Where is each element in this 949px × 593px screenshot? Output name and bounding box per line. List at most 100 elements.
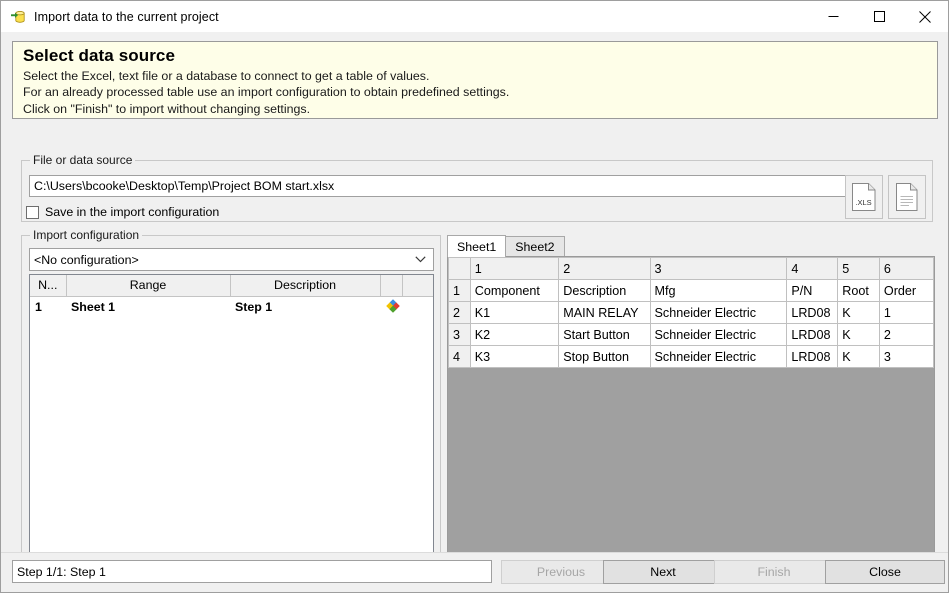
config-col-description[interactable]: Description: [230, 275, 381, 297]
import-configuration-value: <No configuration>: [34, 252, 139, 267]
sheet-cell[interactable]: K3: [469, 345, 560, 368]
config-table: N... Range Description 1 Sheet 1 Step 1: [30, 275, 433, 318]
footer-bar: Step 1/1: Step 1 Previous Next Finish Cl…: [1, 552, 948, 592]
import-configuration-list[interactable]: N... Range Description 1 Sheet 1 Step 1: [29, 274, 434, 566]
browse-file-button[interactable]: [888, 175, 926, 219]
close-icon: [919, 10, 931, 23]
sheet-cell[interactable]: LRD08: [786, 323, 839, 346]
sheet-cell[interactable]: Component: [469, 279, 560, 302]
sheet-row-header[interactable]: 1: [448, 279, 471, 302]
sheet-col-1[interactable]: 1: [469, 257, 560, 280]
close-dialog-button[interactable]: Close: [825, 560, 945, 584]
config-table-header-row: N... Range Description: [30, 275, 433, 297]
window-controls: [810, 1, 948, 32]
sheet-row-header[interactable]: 3: [448, 323, 471, 346]
sheet-cell[interactable]: K: [837, 301, 880, 324]
config-cell-filler: [402, 296, 433, 318]
sheet-cell[interactable]: Schneider Electric: [649, 345, 788, 368]
title-bar: Import data to the current project: [1, 1, 948, 32]
sheet-row-header[interactable]: 2: [448, 301, 471, 324]
finish-button[interactable]: Finish: [714, 560, 834, 584]
sheet-cell[interactable]: Schneider Electric: [649, 323, 788, 346]
config-col-number[interactable]: N...: [30, 275, 67, 297]
file-path-input[interactable]: C:\Users\bcooke\Desktop\Temp\Project BOM…: [29, 175, 847, 197]
sheet-preview-pane: Sheet1 Sheet2 1 2 3 4 5 6 1 Component De…: [447, 235, 935, 573]
config-cell-description: Step 1: [235, 300, 273, 315]
tab-sheet2[interactable]: Sheet2: [505, 236, 565, 257]
maximize-icon: [873, 11, 885, 22]
sheet-cell[interactable]: Start Button: [558, 323, 651, 346]
banner-line-3: Click on "Finish" to import without chan…: [23, 101, 311, 116]
header-banner: Select data source Select the Excel, tex…: [12, 41, 938, 119]
sheet-cell[interactable]: 1: [878, 301, 934, 324]
table-row[interactable]: 1 Component Description Mfg P/N Root Ord…: [448, 279, 934, 302]
status-text: Step 1/1: Step 1: [17, 564, 106, 579]
sheet-row-header[interactable]: 4: [448, 345, 471, 368]
sheet-col-5[interactable]: 5: [837, 257, 880, 280]
dialog-body: Select data source Select the Excel, tex…: [1, 32, 948, 592]
config-col-range[interactable]: Range: [66, 275, 231, 297]
file-path-value: C:\Users\bcooke\Desktop\Temp\Project BOM…: [34, 179, 335, 193]
minimize-icon: [828, 16, 838, 17]
sheet-col-corner[interactable]: [448, 257, 471, 280]
import-configuration-select[interactable]: <No configuration>: [29, 248, 434, 271]
sheet-cell[interactable]: Order: [878, 279, 934, 302]
file-source-legend: File or data source: [30, 153, 136, 167]
table-row[interactable]: 4 K3 Stop Button Schneider Electric LRD0…: [448, 345, 934, 368]
sheet-cell[interactable]: LRD08: [786, 301, 839, 324]
sheet-grid-area[interactable]: 1 2 3 4 5 6 1 Component Description Mfg …: [447, 256, 935, 573]
sheet-cell[interactable]: K: [837, 345, 880, 368]
window-title: Import data to the current project: [34, 9, 219, 24]
sheet-cell[interactable]: P/N: [786, 279, 839, 302]
sheet-header-row: 1 2 3 4 5 6: [448, 257, 934, 280]
sheet-cell[interactable]: Description: [558, 279, 651, 302]
text-document-icon: [896, 183, 918, 211]
sheet-col-4[interactable]: 4: [786, 257, 839, 280]
chevron-down-icon: [412, 256, 429, 263]
sheet-cell[interactable]: 3: [878, 345, 934, 368]
minimize-button[interactable]: [810, 1, 856, 32]
sheet-cell[interactable]: K: [837, 323, 880, 346]
next-button[interactable]: Next: [603, 560, 723, 584]
sheet-cell[interactable]: Schneider Electric: [649, 301, 788, 324]
browse-excel-button[interactable]: .XLS: [845, 175, 883, 219]
save-import-config-checkbox[interactable]: [26, 205, 39, 219]
import-configuration-group: Import configuration <No configuration>: [21, 228, 441, 573]
save-import-config-label: Save in the import configuration: [45, 205, 220, 219]
sheet-cell[interactable]: K2: [469, 323, 560, 346]
config-cell-range: Sheet 1: [71, 300, 116, 315]
save-import-config-checkbox-row[interactable]: Save in the import configuration: [26, 205, 219, 219]
config-col-icon[interactable]: [380, 275, 403, 297]
status-field: Step 1/1: Step 1: [12, 560, 492, 583]
sheet-col-3[interactable]: 3: [649, 257, 788, 280]
sheet-col-6[interactable]: 6: [878, 257, 934, 280]
sheet-cell[interactable]: Mfg: [649, 279, 788, 302]
page-title: Select data source: [23, 46, 176, 65]
tab-sheet1[interactable]: Sheet1: [447, 235, 507, 257]
sheet-col-2[interactable]: 2: [558, 257, 651, 280]
banner-line-2: For an already processed table use an im…: [23, 85, 510, 100]
config-col-filler: [402, 275, 433, 297]
banner-line-1: Select the Excel, text file or a databas…: [23, 69, 430, 83]
import-data-dialog: Import data to the current project Selec…: [0, 0, 949, 593]
table-row[interactable]: 2 K1 MAIN RELAY Schneider Electric LRD08…: [448, 301, 934, 324]
sheet-cell[interactable]: K1: [469, 301, 560, 324]
sheet-cell[interactable]: MAIN RELAY: [558, 301, 651, 324]
table-row[interactable]: 1 Sheet 1 Step 1: [30, 296, 433, 318]
svg-text:.XLS: .XLS: [855, 198, 871, 207]
close-button[interactable]: [902, 1, 948, 32]
config-cell-icon: [380, 296, 402, 318]
sheet-cell[interactable]: Root: [837, 279, 880, 302]
import-database-icon: [10, 9, 26, 25]
sheet-tabs: Sheet1 Sheet2: [447, 235, 565, 257]
sheet-cell[interactable]: 2: [878, 323, 934, 346]
colored-diamond-icon: [385, 298, 401, 317]
import-configuration-legend: Import configuration: [30, 228, 143, 242]
excel-document-icon: .XLS: [852, 183, 876, 211]
sheet-cell[interactable]: Stop Button: [558, 345, 651, 368]
sheet-table: 1 2 3 4 5 6 1 Component Description Mfg …: [448, 257, 934, 368]
config-cell-number: 1: [35, 300, 42, 315]
table-row[interactable]: 3 K2 Start Button Schneider Electric LRD…: [448, 323, 934, 346]
sheet-cell[interactable]: LRD08: [786, 345, 839, 368]
maximize-button[interactable]: [856, 1, 902, 32]
